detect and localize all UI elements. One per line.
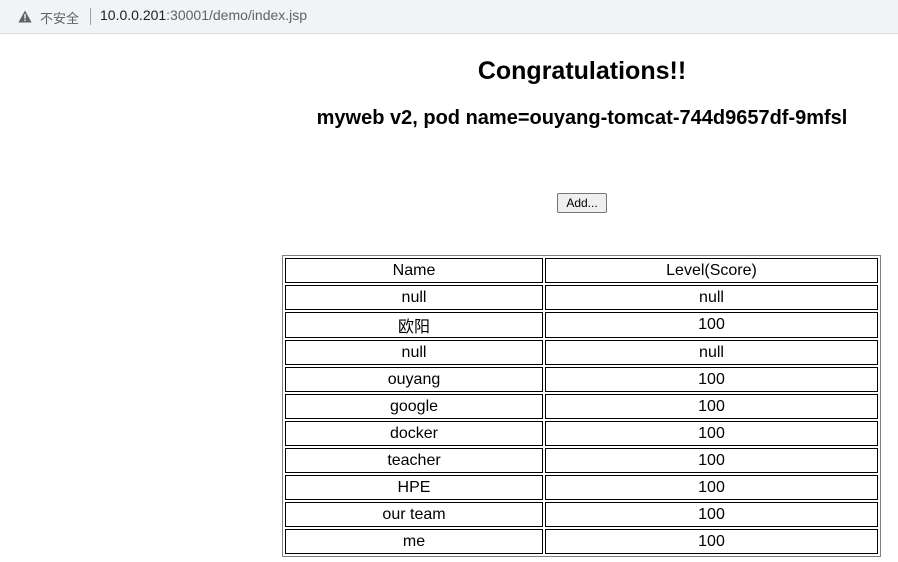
table-row: ouyang 100 [285,367,878,392]
name-cell: teacher [285,448,543,473]
table-header-row: Name Level(Score) [285,258,878,283]
warning-icon[interactable] [18,10,32,23]
table-row: docker 100 [285,421,878,446]
url-text[interactable]: 10.0.0.201:30001/demo/index.jsp [100,7,307,23]
score-cell: 100 [545,448,878,473]
url-host: 10.0.0.201 [100,7,167,23]
table-row: null null [285,285,878,310]
page-title: Congratulations!! [477,57,687,85]
pod-info-heading: myweb v2, pod name=ouyang-tomcat-744d965… [316,107,848,129]
score-cell: 100 [545,394,878,419]
score-cell: 100 [545,421,878,446]
name-column-header: Name [285,258,543,283]
score-cell: 100 [545,367,878,392]
url-divider [90,8,91,25]
table-row: google 100 [285,394,878,419]
score-column-header: Level(Score) [545,258,878,283]
name-cell: our team [285,502,543,527]
score-table: Name Level(Score) null null 欧阳 100 null null o… [282,255,881,557]
table-row: 欧阳 100 [285,312,878,338]
name-cell: null [285,340,543,365]
name-cell: me [285,529,543,554]
score-cell: 100 [545,529,878,554]
name-cell: docker [285,421,543,446]
name-cell: ouyang [285,367,543,392]
score-cell: 100 [545,475,878,500]
security-label[interactable]: 不安全 [40,8,79,27]
table-row: me 100 [285,529,878,554]
name-cell: 欧阳 [285,312,543,338]
score-cell: 100 [545,502,878,527]
score-cell: null [545,285,878,310]
score-cell: 100 [545,312,878,338]
name-cell: google [285,394,543,419]
address-bar[interactable]: 不安全 10.0.0.201:30001/demo/index.jsp [0,0,898,34]
table-row: HPE 100 [285,475,878,500]
table-row: teacher 100 [285,448,878,473]
name-cell: HPE [285,475,543,500]
add-button[interactable]: Add... [557,193,607,213]
score-cell: null [545,340,878,365]
url-path: :30001/demo/index.jsp [166,7,308,23]
table-row: our team 100 [285,502,878,527]
table-row: null null [285,340,878,365]
name-cell: null [285,285,543,310]
